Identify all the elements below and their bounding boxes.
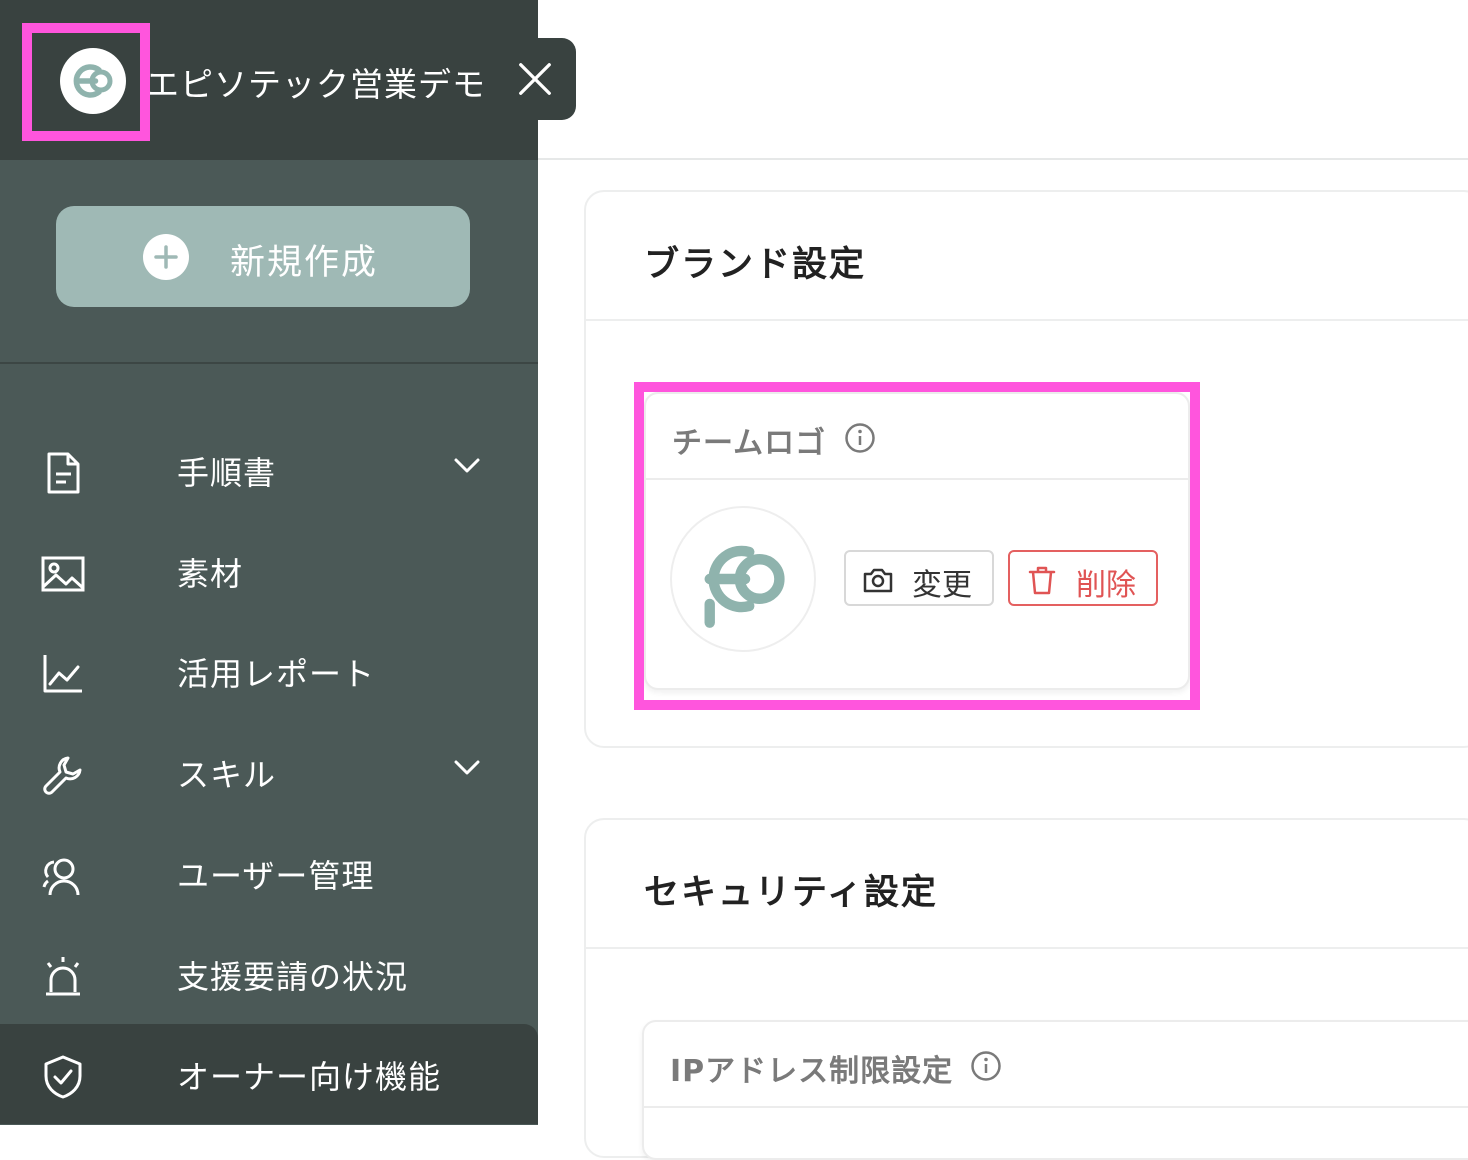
shield-check-icon xyxy=(44,1055,82,1099)
sidebar: エピソテック営業デモ 新規作成 手順書 素材 活用レポート スキル ユーザー管理… xyxy=(0,0,576,1125)
subcard-divider xyxy=(644,1106,1468,1108)
security-settings-title: セキュリティ設定 xyxy=(644,873,938,913)
topbar-divider xyxy=(538,158,1468,160)
sidebar-item-label: スキル xyxy=(177,756,277,794)
alarm-icon xyxy=(46,957,80,996)
sidebar-item-manuals[interactable]: 手順書 xyxy=(0,420,538,520)
sidebar-item-support-requests[interactable]: 支援要請の状況 xyxy=(0,924,538,1024)
sidebar-item-owner-features[interactable]: オーナー向け機能 xyxy=(0,1024,538,1124)
chevron-down-icon[interactable] xyxy=(452,752,482,782)
team-name: エピソテック営業デモ xyxy=(146,65,486,104)
sidebar-item-user-management[interactable]: ユーザー管理 xyxy=(0,823,538,923)
ip-restriction-title: IPアドレス制限設定 xyxy=(670,1054,954,1089)
sidebar-item-materials[interactable]: 素材 xyxy=(0,521,538,621)
sidebar-item-skills[interactable]: スキル xyxy=(0,722,538,822)
sidebar-item-label: ユーザー管理 xyxy=(177,857,375,895)
card-divider xyxy=(586,319,1468,321)
sidebar-item-label: 手順書 xyxy=(177,454,277,492)
chart-icon xyxy=(43,655,82,693)
card-divider xyxy=(586,947,1468,949)
ip-restriction-card: IPアドレス制限設定 xyxy=(642,1020,1468,1160)
sidebar-item-usage-report[interactable]: 活用レポート xyxy=(0,621,538,721)
highlight-box xyxy=(634,382,1200,710)
highlight-box xyxy=(22,23,150,141)
plus-icon xyxy=(143,234,189,280)
brand-settings-title: ブランド設定 xyxy=(644,245,867,285)
sidebar-divider xyxy=(0,362,538,364)
info-icon[interactable] xyxy=(970,1050,1002,1082)
sidebar-item-label: 活用レポート xyxy=(177,655,376,693)
close-icon xyxy=(519,63,551,95)
sidebar-item-label: 支援要請の状況 xyxy=(177,958,409,996)
close-sidebar-button[interactable] xyxy=(494,38,576,120)
new-create-label: 新規作成 xyxy=(230,243,379,283)
new-create-button[interactable]: 新規作成 xyxy=(56,206,470,307)
chevron-down-icon[interactable] xyxy=(452,450,482,480)
users-icon xyxy=(42,858,80,896)
wrench-icon xyxy=(43,756,82,795)
image-icon xyxy=(41,556,85,592)
sidebar-item-label: オーナー向け機能 xyxy=(177,1058,442,1096)
document-icon xyxy=(47,452,80,494)
sidebar-item-label: 素材 xyxy=(177,555,244,593)
